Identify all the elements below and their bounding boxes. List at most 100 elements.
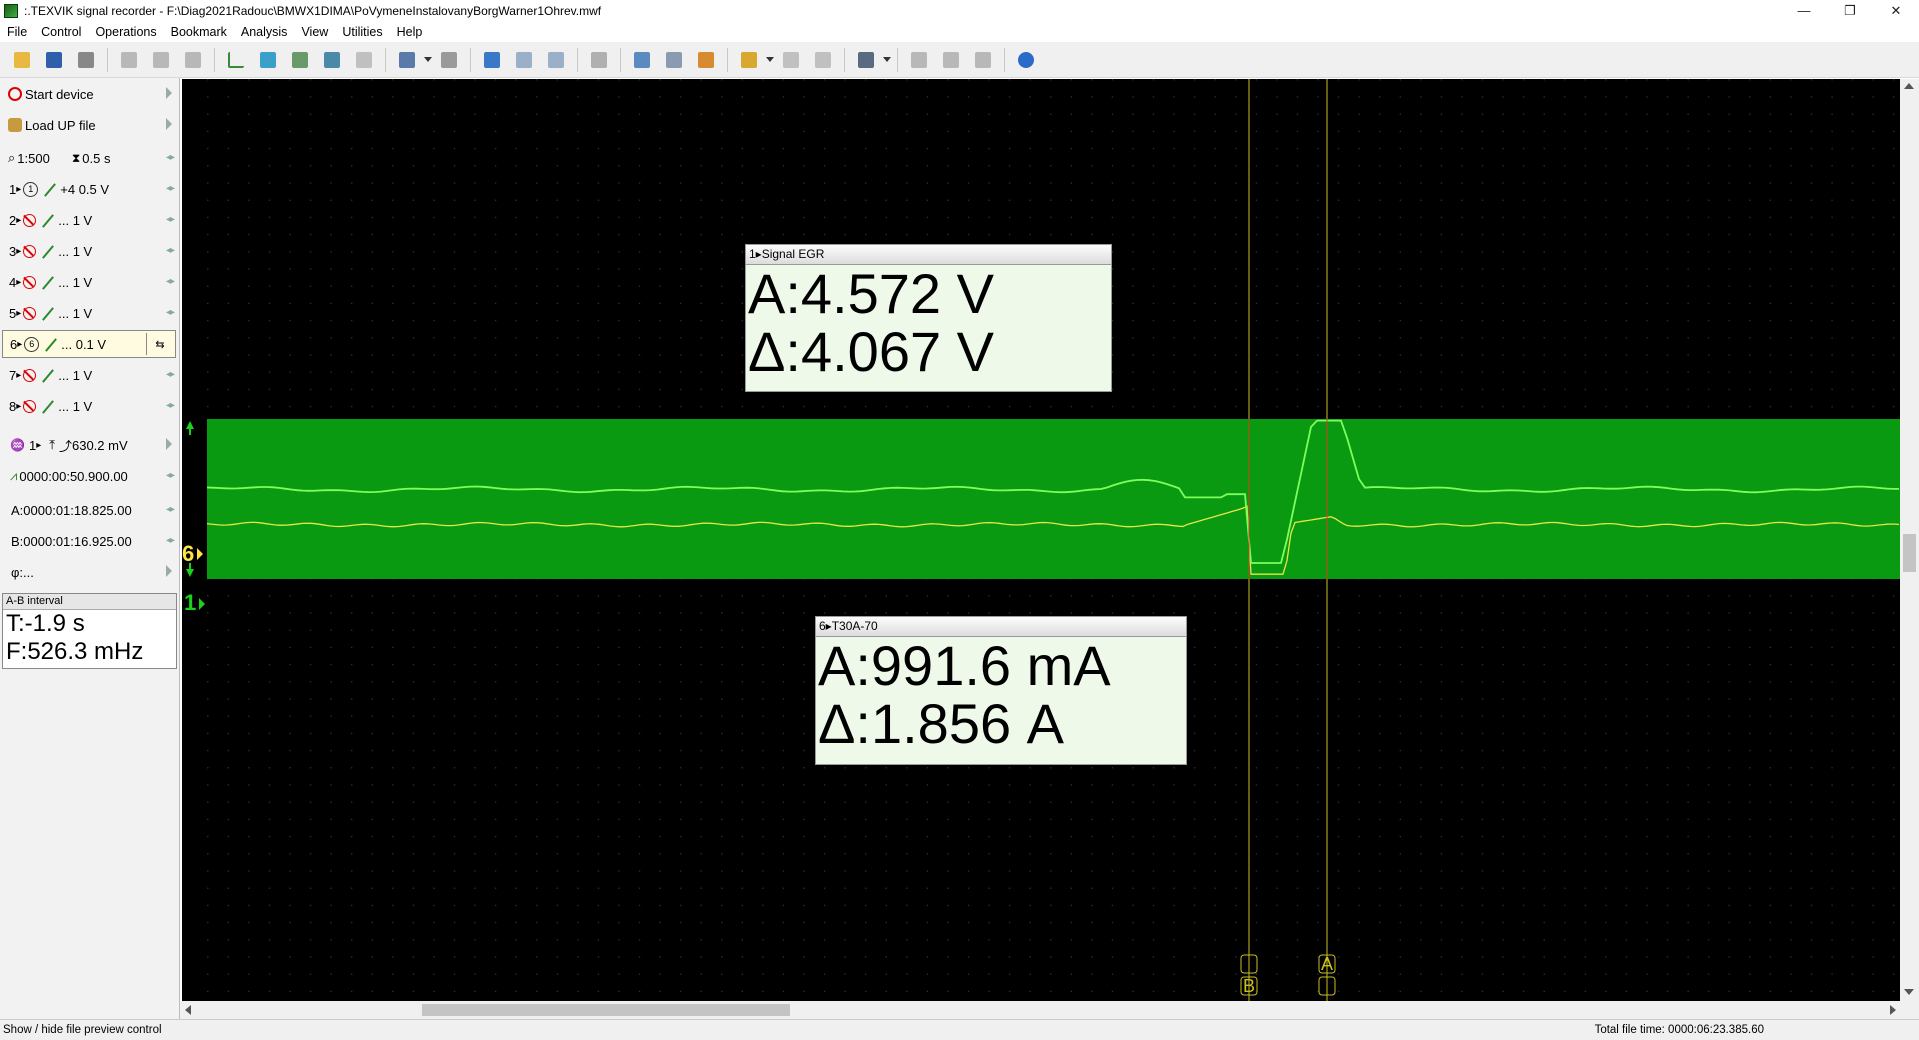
power-icon xyxy=(8,87,22,101)
open-file-button[interactable] xyxy=(9,47,35,73)
zoom-fit-button[interactable] xyxy=(629,47,655,73)
horizontal-scrollbar[interactable] xyxy=(180,1001,1919,1019)
copy-button[interactable] xyxy=(116,47,142,73)
channel-badge-icon: 1 xyxy=(23,181,39,197)
wave-button[interactable] xyxy=(287,47,313,73)
wave-alt-button[interactable] xyxy=(319,47,345,73)
check-button[interactable] xyxy=(479,47,505,73)
page-button[interactable] xyxy=(586,47,612,73)
vertical-scrollbar[interactable] xyxy=(1900,79,1919,1001)
channel-row-4[interactable]: 4 ▸ ... 1 V ◂▸ xyxy=(2,268,176,296)
help-button[interactable] xyxy=(1013,47,1039,73)
horizontal-scroll-thumb[interactable] xyxy=(422,1004,790,1016)
zoom-area-button[interactable] xyxy=(661,47,687,73)
channel-row-2[interactable]: 2 ▸ ... 1 V ◂▸ xyxy=(2,206,176,234)
total-file-time: Total file time: 0000:06:23.385.60 xyxy=(1594,1024,1764,1036)
channel-disabled-icon xyxy=(23,399,37,413)
display-button[interactable] xyxy=(853,47,879,73)
toolbar-separator xyxy=(577,47,578,72)
nav-end-button[interactable] xyxy=(810,47,836,73)
channel-scale: ... 1 V xyxy=(58,398,93,414)
spin-arrows-icon: ◂▸ xyxy=(165,152,175,163)
measure-button[interactable] xyxy=(394,47,420,73)
nav-button[interactable] xyxy=(778,47,804,73)
check-up-button[interactable] xyxy=(543,47,569,73)
clear-button[interactable] xyxy=(436,47,462,73)
readout-t30a-70[interactable]: 6▸T30A-70 A:991.6 mA Δ:1.856 A xyxy=(815,616,1187,765)
readout-a-value: A:4.572 V xyxy=(748,262,994,325)
oscilloscope-display[interactable]: B A 6 1 1▸Signal EGR A:4.572 V Δ:4.067 V… xyxy=(182,79,1900,1001)
zoom-special-button[interactable] xyxy=(693,47,719,73)
time-div-value: 0.5 s xyxy=(82,150,111,166)
scroll-right-icon[interactable] xyxy=(1890,1005,1896,1015)
channel-number: 8 xyxy=(9,398,17,414)
channel-arrow-icon: ▸ xyxy=(16,245,22,257)
scope-canvas[interactable]: B A 6 1 xyxy=(182,79,1900,1001)
zoom-row[interactable]: ⌕ 1:500 ⧗ 0.5 s ◂▸ xyxy=(2,144,176,172)
channel-row-7[interactable]: 7 ▸ ... 1 V ◂▸ xyxy=(2,361,176,389)
save-button[interactable] xyxy=(41,47,67,73)
spin-arrows-icon: ◂▸ xyxy=(165,183,175,194)
measure-dropdown[interactable] xyxy=(423,47,433,73)
copy-icon xyxy=(121,51,137,68)
bookmark-dropdown[interactable] xyxy=(765,47,775,73)
toolbar-separator xyxy=(727,47,728,72)
menu-analysis[interactable]: Analysis xyxy=(234,25,295,39)
spin-arrows-icon: ◂▸ xyxy=(165,504,175,515)
export-button[interactable] xyxy=(180,47,206,73)
coupling-icon xyxy=(40,400,54,413)
remove-button[interactable] xyxy=(970,47,996,73)
signal-button[interactable] xyxy=(255,47,281,73)
position-row[interactable]: ⩘ 0000:00:50.900.00 ◂▸ xyxy=(2,462,176,490)
menu-bookmark[interactable]: Bookmark xyxy=(164,25,234,39)
ch6-marker[interactable]: 6 xyxy=(182,541,194,566)
readout-a-value: A:991.6 mA xyxy=(818,634,1111,697)
axis-button[interactable] xyxy=(223,47,249,73)
ch1-marker[interactable]: 1 xyxy=(184,590,196,615)
bookmark-button[interactable] xyxy=(736,47,762,73)
menu-file[interactable]: File xyxy=(0,25,34,39)
undo-button[interactable] xyxy=(351,47,377,73)
start-device-button[interactable]: Start device xyxy=(2,80,176,108)
vertical-scroll-thumb[interactable] xyxy=(1903,534,1916,572)
window-button[interactable] xyxy=(906,47,932,73)
paste-button[interactable] xyxy=(148,47,174,73)
channel-row-5[interactable]: 5 ▸ ... 1 V ◂▸ xyxy=(2,299,176,327)
display-dropdown[interactable] xyxy=(882,47,892,73)
menu-help[interactable]: Help xyxy=(390,25,430,39)
menu-utilities[interactable]: Utilities xyxy=(335,25,389,39)
cursor-a-row[interactable]: A:0000:01:18.825.00 ◂▸ xyxy=(2,496,176,524)
minimize-button[interactable]: — xyxy=(1781,0,1827,22)
channel-select-button[interactable]: ⇆ xyxy=(146,333,173,355)
trigger-row[interactable]: ♒ 1 ▸ ⤒ ⤴ 630.2 mV xyxy=(2,431,176,459)
window-alt-button[interactable] xyxy=(938,47,964,73)
restore-button[interactable]: ❐ xyxy=(1827,0,1873,22)
cursor-b-row[interactable]: B:0000:01:16.925.00 ◂▸ xyxy=(2,527,176,555)
window-alt-icon xyxy=(943,51,959,68)
readout-signal-egr[interactable]: 1▸Signal EGR A:4.572 V Δ:4.067 V xyxy=(745,244,1112,392)
scroll-up-icon[interactable] xyxy=(1904,83,1914,89)
check-up-icon xyxy=(548,51,564,68)
coupling-icon xyxy=(40,369,54,382)
check-down-button[interactable] xyxy=(511,47,537,73)
scroll-left-icon[interactable] xyxy=(185,1005,191,1015)
print-button[interactable] xyxy=(73,47,99,73)
channel-row-8[interactable]: 8 ▸ ... 1 V ◂▸ xyxy=(2,392,176,420)
scroll-down-icon[interactable] xyxy=(1904,989,1914,995)
phase-row[interactable]: φ:... xyxy=(2,558,176,586)
spin-arrows-icon: ◂▸ xyxy=(165,245,175,256)
menu-control[interactable]: Control xyxy=(34,25,88,39)
signal-icon xyxy=(260,51,276,68)
channel-row-3[interactable]: 3 ▸ ... 1 V ◂▸ xyxy=(2,237,176,265)
channel-row-1[interactable]: 1 ▸ 1 +4 0.5 V ◂▸ xyxy=(2,175,176,203)
channel-number: 3 xyxy=(9,243,17,259)
menu-view[interactable]: View xyxy=(294,25,335,39)
save-icon xyxy=(46,51,62,68)
menu-operations[interactable]: Operations xyxy=(88,25,163,39)
channel-row-6[interactable]: 6 ▸ 6 ... 0.1 V ⇆ xyxy=(2,330,176,358)
load-up-file-button[interactable]: Load UP file xyxy=(2,111,176,139)
cursor-a-label: A xyxy=(1321,954,1333,974)
channel-scale: ... 1 V xyxy=(58,274,93,290)
spin-arrows-icon: ◂▸ xyxy=(165,400,175,411)
close-button[interactable]: ✕ xyxy=(1873,0,1919,22)
